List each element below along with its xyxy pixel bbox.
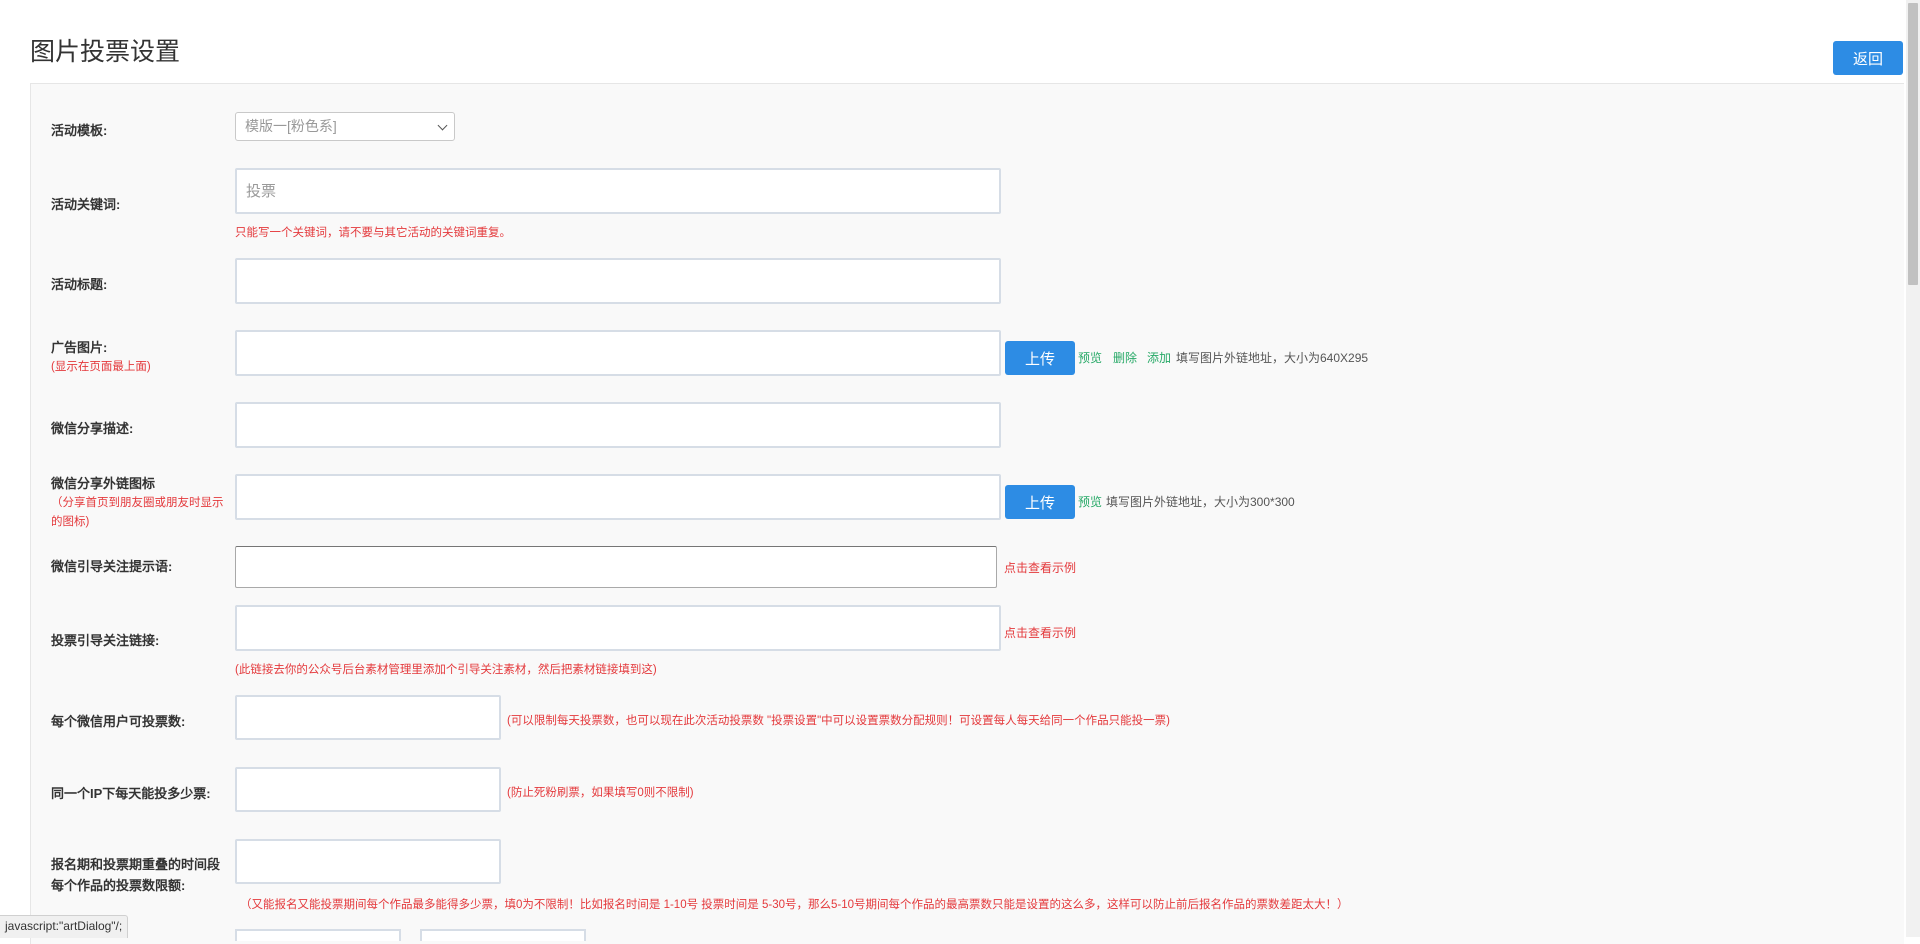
scrollbar-thumb[interactable] <box>1908 3 1918 285</box>
browser-status-bar: javascript:"artDialog"/; <box>0 915 129 938</box>
ad-image-delete-link[interactable]: 删除 <box>1113 349 1137 366</box>
template-label: 活动模板: <box>51 123 108 138</box>
share-desc-input[interactable] <box>235 402 1001 448</box>
follow-link-label: 投票引导关注链接: <box>51 633 160 648</box>
title-label: 活动标题: <box>51 277 108 292</box>
ad-image-sub: (显示在页面最上面) <box>51 361 151 373</box>
follow-tip-label: 微信引导关注提示语: <box>51 559 173 574</box>
follow-link-input[interactable] <box>235 605 1001 651</box>
share-icon-label: 微信分享外链图标 <box>51 476 156 491</box>
votes-per-user-label: 每个微信用户可投票数: <box>51 714 186 729</box>
follow-link-hint: (此链接去你的公众号后台素材管理里添加个引导关注素材，然后把素材链接填到这) <box>235 664 657 676</box>
ad-image-preview-link[interactable]: 预览 <box>1078 349 1102 366</box>
share-icon-sub-line1: （分享首页到朋友圈或朋友时显示 <box>51 497 224 509</box>
ad-image-add-link[interactable]: 添加 <box>1147 349 1171 366</box>
ad-image-note: 填写图片外链地址，大小为640X295 <box>1176 351 1369 365</box>
title-input[interactable] <box>235 258 1001 304</box>
start-time-input[interactable] <box>235 929 401 941</box>
template-select-value: 模版一[粉色系] <box>245 118 337 134</box>
keyword-input[interactable] <box>235 168 1001 214</box>
share-icon-preview-link[interactable]: 预览 <box>1078 493 1102 510</box>
share-icon-note: 填写图片外链地址，大小为300*300 <box>1106 495 1295 509</box>
overlap-limit-label-line1: 报名期和投票期重叠的时间段 <box>51 857 221 872</box>
overlap-limit-input[interactable] <box>235 839 501 884</box>
votes-per-ip-label: 同一个IP下每天能投多少票: <box>51 786 211 801</box>
chevron-down-icon <box>437 120 448 131</box>
keyword-label: 活动关键词: <box>51 197 121 212</box>
share-desc-label: 微信分享描述: <box>51 421 134 436</box>
votes-per-user-input[interactable] <box>235 695 501 740</box>
ad-image-upload-button[interactable]: 上传 <box>1005 341 1075 375</box>
follow-tip-example-link[interactable]: 点击查看示例 <box>1004 559 1076 576</box>
template-select[interactable]: 模版一[粉色系] <box>235 112 455 141</box>
share-icon-sub-line2: 的图标) <box>51 516 90 528</box>
votes-per-ip-hint: (防止死粉刷票，如果填写0则不限制) <box>507 787 694 799</box>
overlap-limit-label-line2: 每个作品的投票数限额: <box>51 878 186 893</box>
share-icon-upload-button[interactable]: 上传 <box>1005 485 1075 519</box>
back-button[interactable]: 返回 <box>1833 41 1903 75</box>
ad-image-input[interactable] <box>235 330 1001 376</box>
votes-per-ip-input[interactable] <box>235 767 501 812</box>
share-icon-input[interactable] <box>235 474 1001 520</box>
ad-image-label: 广告图片: <box>51 340 108 355</box>
votes-per-user-hint: (可以限制每天投票数，也可以现在此次活动投票数 "投票设置"中可以设置票数分配规… <box>507 715 1171 727</box>
end-time-input[interactable] <box>420 929 586 941</box>
follow-tip-input[interactable] <box>235 546 997 588</box>
keyword-hint: 只能写一个关键词，请不要与其它活动的关键词重复。 <box>235 227 511 239</box>
overlap-limit-hint: （又能报名又能投票期间每个作品最多能得多少票，填0为不限制！比如报名时间是 1-… <box>240 899 1349 911</box>
follow-link-example-link[interactable]: 点击查看示例 <box>1004 624 1076 641</box>
page-title: 图片投票设置 <box>30 38 181 66</box>
